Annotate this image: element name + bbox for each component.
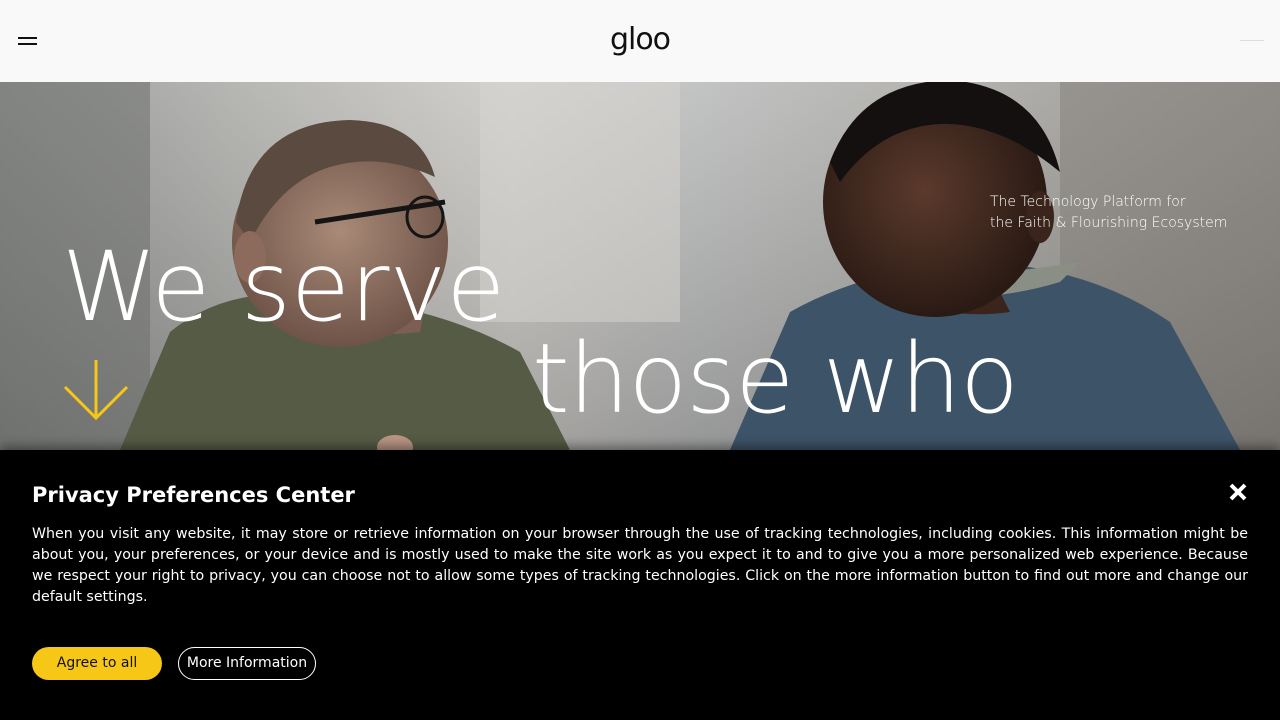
arrow-down-icon[interactable] — [62, 360, 130, 422]
hero-banner: The Technology Platform for the Faith & … — [0, 82, 1280, 450]
privacy-description: When you visit any website, it may store… — [32, 526, 1248, 605]
hamburger-menu-icon[interactable] — [18, 35, 38, 47]
header-divider — [1240, 40, 1264, 41]
more-information-button[interactable]: More Information — [178, 647, 316, 680]
menu-line-bottom — [18, 43, 37, 45]
tagline-line-2: the Faith & Flourishing Ecosystem — [990, 215, 1228, 231]
headline-those-who-serve: those who serve — [532, 323, 1019, 450]
headline-we-serve: We serve — [62, 231, 506, 343]
menu-line-top — [18, 37, 37, 39]
agree-to-all-button[interactable]: Agree to all — [32, 647, 162, 680]
hero-tagline: The Technology Platform for the Faith & … — [990, 192, 1230, 234]
privacy-preferences-panel: Privacy Preferences Center When you visi… — [0, 450, 1280, 720]
tagline-line-1: The Technology Platform for — [990, 194, 1186, 210]
gloo-logo[interactable]: gloo — [607, 18, 673, 62]
site-header: gloo — [0, 0, 1280, 82]
close-icon[interactable] — [1226, 480, 1250, 504]
privacy-title: Privacy Preferences Center — [32, 483, 355, 507]
